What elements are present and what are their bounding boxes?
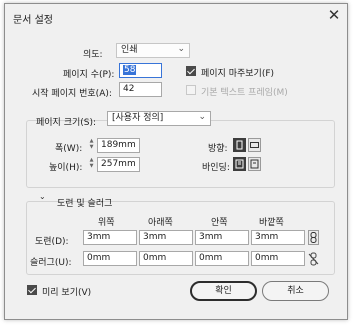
facing-pages-label: 페이지 마주보기(F) bbox=[201, 69, 275, 79]
chevron-down-icon: ⌄ bbox=[198, 112, 206, 122]
bleed-slug-section-label[interactable]: 도련 및 슬러그 bbox=[57, 196, 112, 209]
preview-label: 미리 보기(V) bbox=[42, 288, 92, 298]
height-input[interactable]: 257mm bbox=[97, 157, 140, 172]
column-outside-label: 바깥쪽 bbox=[259, 218, 284, 228]
intent-dropdown[interactable]: 인쇄 ⌄ bbox=[116, 43, 190, 58]
width-input[interactable]: 189mm bbox=[97, 138, 140, 153]
bleed-inside-value: 3mm bbox=[199, 232, 223, 242]
start-page-value: 42 bbox=[123, 84, 135, 94]
bleed-outside-input[interactable]: 3mm bbox=[251, 230, 305, 245]
bleed-outside-value: 3mm bbox=[255, 232, 279, 242]
pages-label: 페이지 수(P): bbox=[63, 70, 115, 80]
page-size-label: 페이지 크기(S): bbox=[36, 118, 97, 128]
title-bar[interactable]: 문서 설정 ✕ bbox=[5, 4, 347, 29]
facing-pages-checkbox[interactable] bbox=[186, 66, 196, 76]
height-value: 257mm bbox=[101, 159, 136, 169]
pages-value: 58 bbox=[123, 65, 137, 75]
chain-link-icon[interactable] bbox=[308, 230, 319, 245]
left-to-right-binding-icon[interactable] bbox=[233, 157, 246, 171]
close-button[interactable]: ✕ bbox=[324, 7, 344, 25]
portrait-orientation-icon[interactable] bbox=[233, 138, 246, 152]
right-to-left-binding-icon[interactable] bbox=[248, 157, 261, 171]
width-label: 폭(W): bbox=[55, 144, 83, 154]
column-bottom-label: 아래쪽 bbox=[148, 218, 173, 228]
slug-outside-input[interactable]: 0mm bbox=[251, 251, 305, 266]
bleed-bottom-value: 3mm bbox=[143, 232, 167, 242]
height-stepper[interactable]: ▲ ▼ bbox=[87, 157, 96, 172]
document-setup-dialog: 문서 설정 ✕ 의도: 인쇄 ⌄ 페이지 수(P): 58 페이지 마주보기(F… bbox=[4, 3, 348, 320]
ok-button[interactable]: 확인 bbox=[190, 281, 257, 301]
column-inside-label: 안쪽 bbox=[211, 218, 228, 228]
height-label: 높이(H): bbox=[49, 163, 83, 173]
start-page-input[interactable]: 42 bbox=[119, 82, 162, 97]
slug-inside-input[interactable]: 0mm bbox=[195, 251, 249, 266]
bleed-top-input[interactable]: 3mm bbox=[83, 230, 137, 245]
width-value: 189mm bbox=[101, 140, 136, 150]
orientation-label: 방향: bbox=[208, 144, 228, 154]
broken-chain-link-icon[interactable] bbox=[308, 252, 319, 266]
pages-input[interactable]: 58 bbox=[119, 63, 162, 78]
page-size-value: [사용자 정의] bbox=[112, 113, 164, 123]
landscape-orientation-icon[interactable] bbox=[248, 138, 261, 152]
bleed-top-value: 3mm bbox=[87, 232, 111, 242]
intent-value: 인쇄 bbox=[121, 45, 138, 55]
intent-label: 의도: bbox=[83, 50, 103, 60]
dialog-title: 문서 설정 bbox=[13, 15, 53, 26]
primary-text-frame-label: 기본 텍스트 프레임(M) bbox=[201, 88, 288, 98]
primary-text-frame-checkbox[interactable] bbox=[186, 85, 196, 95]
bleed-bottom-input[interactable]: 3mm bbox=[139, 230, 193, 245]
bleed-label: 도련(D): bbox=[35, 237, 69, 247]
slug-label: 슬러그(U): bbox=[30, 258, 72, 268]
binding-label: 바인딩: bbox=[202, 163, 230, 173]
slug-outside-value: 0mm bbox=[255, 253, 279, 263]
slug-bottom-input[interactable]: 0mm bbox=[139, 251, 193, 266]
chevron-down-icon[interactable]: ⌄ bbox=[39, 192, 46, 201]
bleed-inside-input[interactable]: 3mm bbox=[195, 230, 249, 245]
width-stepper[interactable]: ▲ ▼ bbox=[87, 138, 96, 153]
cancel-button[interactable]: 취소 bbox=[262, 281, 329, 301]
page-size-dropdown[interactable]: [사용자 정의] ⌄ bbox=[107, 111, 211, 126]
slug-bottom-value: 0mm bbox=[143, 253, 167, 263]
slug-top-value: 0mm bbox=[87, 253, 111, 263]
preview-checkbox[interactable] bbox=[27, 285, 37, 295]
page-size-group bbox=[26, 120, 335, 188]
chevron-down-icon: ⌄ bbox=[177, 44, 185, 54]
slug-inside-value: 0mm bbox=[199, 253, 223, 263]
slug-top-input[interactable]: 0mm bbox=[83, 251, 137, 266]
column-top-label: 위쪽 bbox=[98, 218, 115, 228]
start-page-label: 시작 페이지 번호(A): bbox=[32, 89, 112, 99]
